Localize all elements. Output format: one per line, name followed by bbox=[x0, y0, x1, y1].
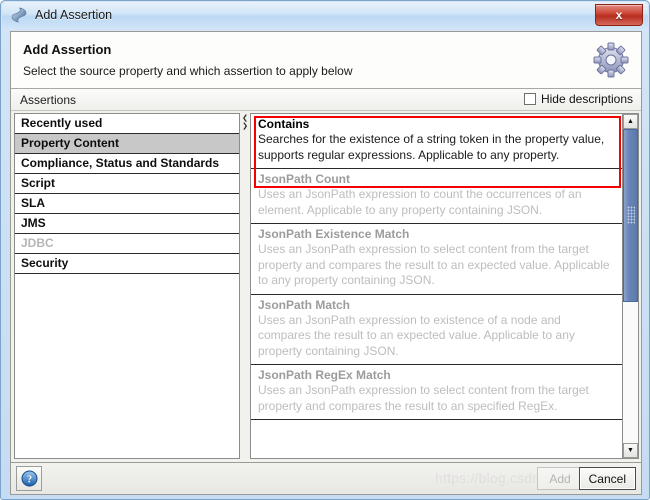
category-item[interactable]: Property Content bbox=[15, 134, 239, 154]
checkbox-box[interactable] bbox=[523, 93, 536, 105]
assertions-label: Assertions bbox=[20, 93, 77, 107]
category-item[interactable]: Security bbox=[15, 254, 239, 274]
category-item[interactable]: Recently used bbox=[15, 114, 239, 134]
assertion-item[interactable]: JsonPath RegEx Match Uses an JsonPath exp… bbox=[251, 365, 622, 420]
assertion-description: Uses an JsonPath expression to select co… bbox=[258, 242, 610, 287]
pane-splitter[interactable]: ❮ ❯ bbox=[240, 113, 250, 459]
add-button[interactable]: Add bbox=[537, 467, 583, 490]
splitter-collapse-left-icon[interactable]: ❮ bbox=[241, 115, 249, 122]
assertion-item[interactable]: JsonPath Count Uses an JsonPath expressio… bbox=[251, 169, 622, 224]
svg-text:?: ? bbox=[27, 474, 32, 485]
assertion-title: Contains bbox=[258, 117, 310, 131]
splitter-collapse-right-icon[interactable]: ❯ bbox=[241, 123, 249, 130]
scroll-down-button[interactable]: ▼ bbox=[623, 443, 638, 458]
scroll-up-button[interactable]: ▲ bbox=[623, 114, 638, 129]
window-titlebar: Add Assertion x bbox=[2, 2, 648, 28]
hide-descriptions-label: Hide descriptions bbox=[540, 92, 633, 106]
help-icon: ? bbox=[21, 470, 37, 487]
category-item[interactable]: JMS bbox=[15, 214, 239, 234]
assertion-item[interactable]: JsonPath Match Uses an JsonPath expressio… bbox=[251, 294, 622, 365]
scrollbar-thumb[interactable] bbox=[623, 129, 638, 302]
assertion-list-scrollbar[interactable]: ▲ ▼ bbox=[622, 114, 638, 458]
hide-descriptions-checkbox[interactable]: Hide descriptions bbox=[523, 92, 633, 106]
dialog-footer: ? https://blog.csdn.net/zhuyanfei Add Ca… bbox=[10, 463, 642, 495]
assertion-title: JsonPath RegEx Match bbox=[258, 368, 391, 382]
cancel-button[interactable]: Cancel bbox=[578, 467, 636, 490]
window-title: Add Assertion bbox=[35, 8, 113, 22]
scrollbar-track[interactable] bbox=[623, 129, 638, 443]
assertion-title: JsonPath Count bbox=[258, 172, 350, 186]
dialog-content: Add Assertion Select the source property… bbox=[10, 31, 642, 463]
assertion-description: Uses an JsonPath expression to count the… bbox=[258, 187, 582, 217]
assertion-item[interactable]: Contains Searches for the existence of a … bbox=[251, 114, 622, 169]
split-body: Recently used Property Content Compliance,… bbox=[11, 111, 641, 462]
assertion-list[interactable]: Contains Searches for the existence of a … bbox=[251, 114, 622, 458]
dialog-header: Add Assertion Select the source property… bbox=[11, 32, 641, 89]
page-subtitle: Select the source property and which ass… bbox=[23, 64, 353, 78]
soapui-diamond-icon bbox=[10, 6, 28, 24]
category-item[interactable]: SLA bbox=[15, 194, 239, 214]
assertion-description: Uses an JsonPath expression to existence… bbox=[258, 312, 575, 358]
assertions-toolbar: Assertions Hide descriptions bbox=[11, 89, 641, 111]
close-button[interactable]: x bbox=[595, 4, 643, 26]
category-item[interactable]: JDBC bbox=[15, 234, 239, 254]
assertion-title: JsonPath Existence Match bbox=[258, 227, 410, 241]
assertion-item[interactable]: JsonPath Existence Match Uses an JsonPath… bbox=[251, 224, 622, 295]
category-item[interactable]: Compliance, Status and Standards bbox=[15, 154, 239, 174]
gear-icon bbox=[591, 40, 631, 80]
assertion-list-pane: Contains Searches for the existence of a … bbox=[250, 113, 639, 459]
scrollbar-grip-icon bbox=[627, 206, 635, 225]
add-assertion-window: Add Assertion x Add Assertion Select the… bbox=[0, 0, 650, 500]
help-button[interactable]: ? bbox=[16, 466, 42, 491]
assertion-description: Searches for the existence of a string t… bbox=[258, 132, 605, 162]
category-item[interactable]: Script bbox=[15, 174, 239, 194]
page-title: Add Assertion bbox=[23, 42, 112, 57]
category-list[interactable]: Recently used Property Content Compliance,… bbox=[14, 113, 240, 459]
assertion-description: Uses an JsonPath expression to select co… bbox=[258, 383, 589, 413]
assertion-title: JsonPath Match bbox=[258, 297, 351, 312]
